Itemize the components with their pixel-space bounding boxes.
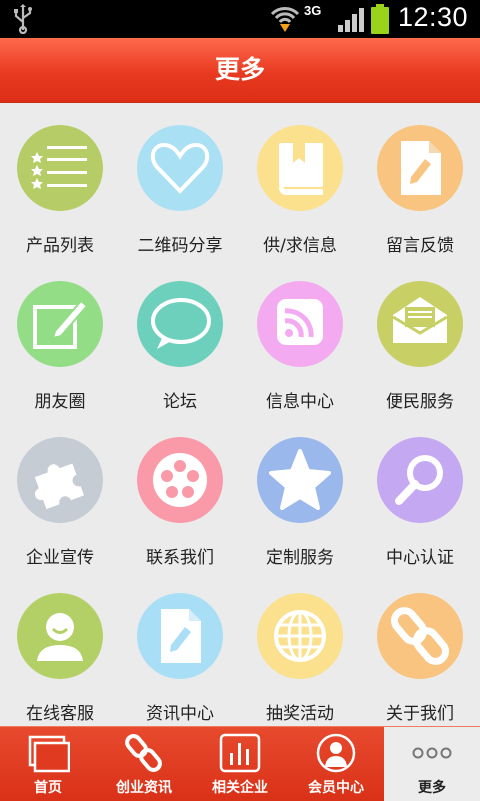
grid-item-label: 留言反馈 [386, 236, 454, 256]
status-bar: 3G 12:30 [0, 0, 480, 38]
grid-item-feedback[interactable]: 留言反馈 [360, 103, 480, 259]
tab-label: 会员中心 [308, 780, 364, 796]
grid-item-label: 联系我们 [146, 548, 214, 568]
grid-item-label: 信息中心 [266, 392, 334, 412]
rss-icon [257, 281, 343, 367]
tab-member-center[interactable]: 会员中心 [288, 727, 384, 801]
status-time: 12:30 [398, 2, 469, 32]
grid-item-label: 企业宣传 [26, 548, 94, 568]
grid-item-custom-service[interactable]: 定制服务 [240, 415, 360, 571]
envelope-icon [377, 281, 463, 367]
tab-startup-news[interactable]: 创业资讯 [96, 727, 192, 801]
grid-item-news-center[interactable]: 资讯中心 [120, 571, 240, 726]
grid-item-info-center[interactable]: 信息中心 [240, 259, 360, 415]
header-bar: 更多 [0, 38, 480, 103]
tab-label: 相关企业 [212, 780, 268, 796]
grid-item-convenience[interactable]: 便民服务 [360, 259, 480, 415]
magnifier-icon [377, 437, 463, 523]
grid-item-label: 二维码分享 [137, 236, 223, 256]
usb-icon [12, 4, 34, 38]
grid-item-corporate-promo[interactable]: 企业宣传 [0, 415, 120, 571]
grid-item-online-service[interactable]: 在线客服 [0, 571, 120, 726]
bar-chart-icon [192, 733, 288, 773]
edit-document-icon [377, 125, 463, 211]
film-reel-icon [137, 437, 223, 523]
grid-item-label: 便民服务 [386, 392, 454, 412]
grid-item-product-list[interactable]: 产品列表 [0, 103, 120, 259]
grid-item-label: 中心认证 [386, 548, 454, 568]
star-icon [257, 437, 343, 523]
network-type: 3G [304, 3, 322, 18]
chat-bubble-icon [137, 281, 223, 367]
tab-home[interactable]: 首页 [0, 727, 96, 801]
menu-grid: 产品列表 二维码分享 供/求信息 留言反馈 朋友圈 论坛 信息中心 便民服务 企… [0, 103, 480, 726]
puzzle-icon [17, 437, 103, 523]
grid-item-lottery[interactable]: 抽奖活动 [240, 571, 360, 726]
grid-item-qrcode-share[interactable]: 二维码分享 [120, 103, 240, 259]
link-chain-icon [96, 733, 192, 773]
grid-item-label: 朋友圈 [34, 392, 86, 412]
grid-item-label: 关于我们 [386, 704, 454, 724]
tab-label: 更多 [418, 780, 446, 796]
grid-item-label: 供/求信息 [263, 236, 337, 256]
grid-item-forum[interactable]: 论坛 [120, 259, 240, 415]
user-icon [17, 593, 103, 679]
grid-item-contact-us[interactable]: 联系我们 [120, 415, 240, 571]
grid-item-label: 论坛 [163, 392, 197, 412]
battery-icon [370, 4, 390, 38]
page-title: 更多 [214, 55, 265, 84]
book-icon [257, 125, 343, 211]
grid-item-supply-demand[interactable]: 供/求信息 [240, 103, 360, 259]
person-icon [288, 733, 384, 773]
grid-item-about-us[interactable]: 关于我们 [360, 571, 480, 726]
tab-more[interactable]: 更多 [384, 727, 480, 801]
pages-icon [0, 733, 96, 773]
grid-item-label: 产品列表 [26, 236, 94, 256]
grid-item-label: 资讯中心 [146, 704, 214, 724]
heart-icon [137, 125, 223, 211]
edit-document-icon [137, 593, 223, 679]
grid-item-moments[interactable]: 朋友圈 [0, 259, 120, 415]
list-icon [17, 125, 103, 211]
signal-icon [338, 8, 366, 36]
tab-label: 首页 [34, 780, 62, 796]
link-chain-icon [377, 593, 463, 679]
more-dots-icon [384, 733, 480, 773]
grid-item-certification[interactable]: 中心认证 [360, 415, 480, 571]
wifi-icon [270, 5, 300, 37]
tab-related-companies[interactable]: 相关企业 [192, 727, 288, 801]
grid-item-label: 在线客服 [26, 704, 94, 724]
grid-item-label: 定制服务 [266, 548, 334, 568]
pencil-square-icon [17, 281, 103, 367]
bottom-tab-bar: 首页 创业资讯 相关企业 会员中心 更多 [0, 726, 480, 801]
grid-item-label: 抽奖活动 [266, 704, 334, 724]
globe-icon [257, 593, 343, 679]
tab-label: 创业资讯 [116, 780, 172, 796]
